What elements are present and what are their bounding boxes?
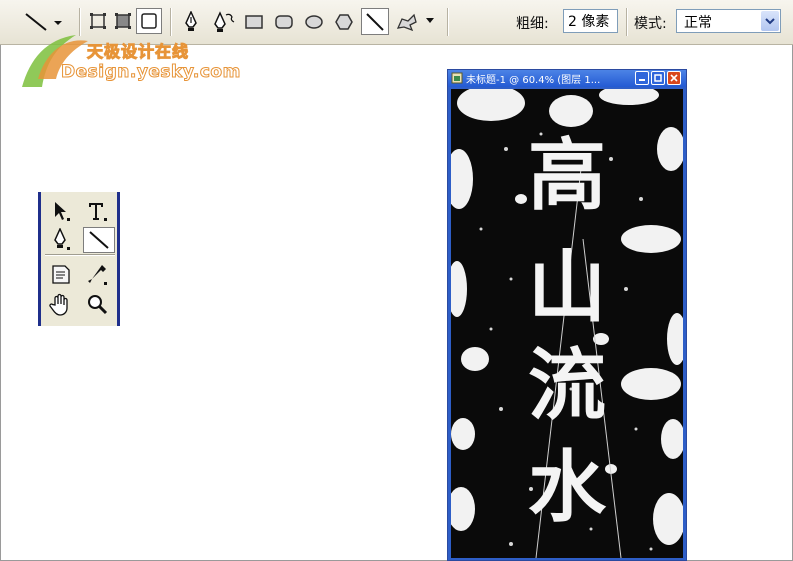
pen-tool-button[interactable] xyxy=(178,9,204,35)
document-title: 未标题-1 @ 60.4% (图层 1... xyxy=(466,75,601,86)
arrow-pointer-icon xyxy=(55,202,70,221)
watermark-english-text: Design.yesky.com xyxy=(61,62,241,83)
maximize-button[interactable] xyxy=(651,71,665,85)
toolbar-separator xyxy=(447,8,449,36)
freeform-pen-tool-button[interactable] xyxy=(208,9,238,35)
tools-palette xyxy=(38,192,120,326)
rounded-rectangle-icon xyxy=(275,15,293,29)
mode-select-value: 正常 xyxy=(684,15,712,31)
chevron-down-icon xyxy=(426,18,434,23)
polygon-icon xyxy=(335,14,353,30)
move-tool[interactable] xyxy=(47,198,75,224)
paths-icon xyxy=(115,13,131,29)
mode-label: 模式: xyxy=(634,16,667,32)
chevron-down-icon xyxy=(765,18,775,25)
eyedropper-icon xyxy=(88,265,107,285)
type-icon xyxy=(89,203,107,221)
document-canvas[interactable]: 高 山 流 水 xyxy=(451,89,683,558)
fill-pixels-button[interactable] xyxy=(136,8,162,34)
eyedropper-tool[interactable] xyxy=(83,262,111,288)
minimize-icon xyxy=(639,79,645,81)
fill-pixels-icon xyxy=(141,13,157,29)
line-icon xyxy=(89,231,109,249)
custom-shape-dropdown[interactable] xyxy=(423,14,437,28)
hand-icon xyxy=(49,293,68,316)
mode-select-arrow[interactable] xyxy=(761,11,779,31)
type-tool[interactable] xyxy=(83,198,111,224)
pen-tool[interactable] xyxy=(47,227,75,253)
toolbar-separator xyxy=(170,8,172,36)
document-window: 未标题-1 @ 60.4% (图层 1... 高 山 流 水 xyxy=(447,69,687,561)
document-icon xyxy=(451,72,463,84)
toolbar-separator xyxy=(626,8,628,36)
ellipse-icon xyxy=(305,15,323,29)
shape-layers-icon xyxy=(90,13,106,29)
watermark-chinese-text: 天极设计在线 xyxy=(86,42,190,62)
close-icon xyxy=(670,74,678,82)
pen-icon xyxy=(185,11,197,31)
weight-label: 粗细: xyxy=(516,16,549,32)
rectangle-icon xyxy=(245,15,263,29)
artwork-character: 流 xyxy=(527,340,606,431)
maximize-icon xyxy=(654,74,662,82)
line-tool-button[interactable] xyxy=(361,8,389,35)
polygon-tool-button[interactable] xyxy=(331,9,357,35)
artwork-character: 山 xyxy=(527,242,606,333)
rectangle-tool-button[interactable] xyxy=(241,9,267,35)
hand-tool[interactable] xyxy=(47,292,75,318)
zoom-tool[interactable] xyxy=(83,292,111,318)
artwork-character: 高 xyxy=(527,130,606,221)
close-button[interactable] xyxy=(667,71,681,85)
palette-separator xyxy=(45,254,115,256)
line-icon xyxy=(366,12,384,31)
notes-tool[interactable] xyxy=(47,262,75,288)
pen-icon xyxy=(54,228,70,250)
magnifier-icon xyxy=(88,295,108,315)
minimize-button[interactable] xyxy=(635,71,649,85)
paths-button[interactable] xyxy=(111,9,135,33)
ellipse-tool-button[interactable] xyxy=(301,9,327,35)
weight-input[interactable]: 2 像素 xyxy=(563,9,618,33)
document-titlebar[interactable]: 未标题-1 @ 60.4% (图层 1... xyxy=(448,70,686,87)
artwork-character: 水 xyxy=(527,442,606,533)
note-icon xyxy=(52,265,70,284)
freeform-pen-icon xyxy=(214,11,235,32)
custom-shape-icon xyxy=(396,13,417,32)
custom-shape-tool-button[interactable] xyxy=(392,9,422,35)
line-tool[interactable] xyxy=(83,227,115,253)
mode-select[interactable]: 正常 xyxy=(676,9,781,33)
rounded-rectangle-tool-button[interactable] xyxy=(271,9,297,35)
